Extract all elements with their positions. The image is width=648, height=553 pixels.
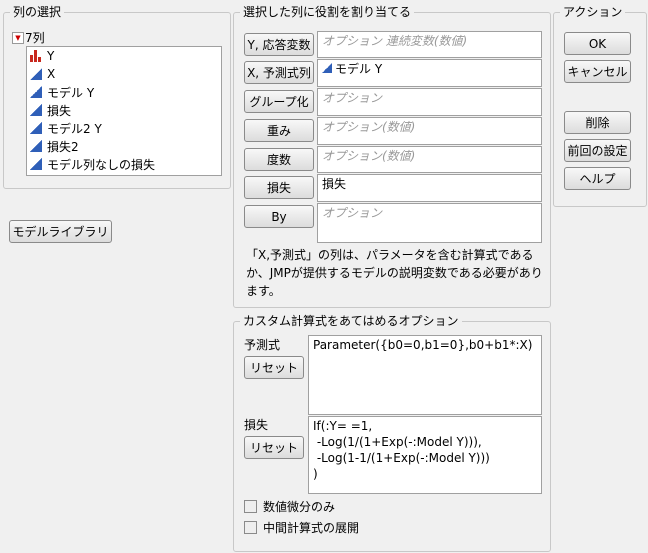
role-placeholder: オプション(数値) bbox=[322, 120, 416, 134]
column-list-item[interactable]: モデル列なしの損失 bbox=[27, 155, 221, 173]
column-list-item[interactable]: モデル Y bbox=[27, 83, 221, 101]
role-field[interactable]: モデル Y bbox=[317, 59, 542, 87]
numeric-derivatives-label: 数値微分のみ bbox=[263, 500, 336, 514]
role-button[interactable]: 重み bbox=[244, 119, 314, 142]
column-count: 7列 bbox=[25, 31, 45, 45]
expand-intermediate-label: 中間計算式の展開 bbox=[263, 521, 360, 535]
role-button[interactable]: 度数 bbox=[244, 148, 314, 171]
checkbox-icon[interactable] bbox=[244, 500, 257, 513]
column-list-item[interactable]: Y bbox=[27, 47, 221, 65]
role-placeholder: オプション bbox=[322, 206, 383, 220]
column-list[interactable]: Y X モデル Y 損失モデル2 Y 損失2 モデル列なしの損失 bbox=[26, 46, 222, 176]
continuous-icon bbox=[30, 104, 42, 116]
nominal-bar-icon bbox=[30, 50, 42, 62]
column-name: Y bbox=[47, 49, 55, 63]
role-placeholder: オプション bbox=[322, 91, 383, 105]
column-name: 損失2 bbox=[47, 139, 79, 154]
action-panel: アクション OK キャンセル 削除 前回の設定 ヘルプ bbox=[553, 5, 647, 207]
role-field[interactable]: オプション(数値) bbox=[317, 117, 542, 145]
checkbox-icon[interactable] bbox=[244, 521, 257, 534]
continuous-icon bbox=[30, 158, 42, 170]
role-button[interactable]: グループ化 bbox=[244, 90, 314, 113]
loss-formula-field[interactable]: If(:Y= =1, -Log(1/(1+Exp(-:Model Y))), -… bbox=[308, 416, 542, 494]
loss-label: 損失 bbox=[244, 418, 269, 432]
action-title: アクション bbox=[560, 5, 626, 19]
column-name: X bbox=[47, 67, 56, 81]
remove-button[interactable]: 削除 bbox=[564, 111, 631, 134]
role-placeholder: オプション 連続変数(数値) bbox=[322, 34, 468, 48]
role-assignment-title: 選択した列に役割を割り当てる bbox=[240, 5, 415, 19]
loss-reset-button[interactable]: リセット bbox=[244, 436, 304, 459]
help-button[interactable]: ヘルプ bbox=[564, 167, 631, 190]
role-value: 損失 bbox=[322, 177, 347, 191]
column-name: モデル列なしの損失 bbox=[47, 157, 156, 172]
prediction-formula-field[interactable]: Parameter({b0=0,b1=0},b0+b1*:X) bbox=[308, 335, 542, 415]
role-note: 「X,予測式」の列は、パラメータを含む計算式であるか、JMPが提供するモデルの説… bbox=[246, 248, 543, 298]
recall-button[interactable]: 前回の設定 bbox=[564, 139, 631, 162]
role-field[interactable]: オプション bbox=[317, 88, 542, 116]
numeric-derivatives-checkbox[interactable]: 数値微分のみ bbox=[244, 498, 335, 515]
column-list-item[interactable]: 損失 bbox=[27, 101, 221, 119]
cancel-button[interactable]: キャンセル bbox=[564, 60, 631, 83]
role-button[interactable]: X, 予測式列 bbox=[244, 61, 314, 84]
role-assignment-panel: 選択した列に役割を割り当てる Y, 応答変数 オプション 連続変数(数値) X, 予… bbox=[233, 5, 551, 308]
role-field[interactable]: オプション(数値) bbox=[317, 146, 542, 173]
column-list-item[interactable]: 損失2 bbox=[27, 137, 221, 155]
disclosure-triangle-icon[interactable]: ▼ bbox=[12, 31, 24, 44]
column-count-toggle[interactable]: ▼ 7列 bbox=[12, 29, 45, 46]
role-field[interactable]: オプション bbox=[317, 203, 542, 243]
role-button[interactable]: Y, 応答変数 bbox=[244, 33, 314, 56]
column-selection-panel: 列の選択 ▼ 7列 Y X モデル Y 損失モデル2 Y 損失2 モデル列なしの損失 bbox=[3, 5, 231, 189]
role-field[interactable]: オプション 連続変数(数値) bbox=[317, 31, 542, 58]
role-button[interactable]: 損失 bbox=[244, 176, 314, 199]
column-name: 損失 bbox=[47, 103, 72, 118]
prediction-label: 予測式 bbox=[244, 338, 281, 352]
continuous-icon bbox=[30, 68, 42, 80]
column-list-item[interactable]: モデル2 Y bbox=[27, 119, 221, 137]
role-placeholder: オプション(数値) bbox=[322, 149, 416, 163]
ok-button[interactable]: OK bbox=[564, 32, 631, 55]
column-selection-title: 列の選択 bbox=[10, 5, 65, 19]
column-name: モデル2 Y bbox=[47, 121, 102, 136]
role-button[interactable]: By bbox=[244, 205, 314, 228]
column-list-item[interactable]: X bbox=[27, 65, 221, 83]
custom-formula-panel: カスタム計算式をあてはめるオプション 予測式 リセット Parameter({b… bbox=[233, 314, 551, 552]
continuous-icon bbox=[30, 86, 42, 98]
column-name: モデル Y bbox=[47, 85, 95, 100]
role-field[interactable]: 損失 bbox=[317, 174, 542, 202]
continuous-icon bbox=[30, 122, 42, 134]
model-library-button[interactable]: モデルライブラリ bbox=[9, 220, 112, 243]
expand-intermediate-checkbox[interactable]: 中間計算式の展開 bbox=[244, 519, 359, 536]
prediction-reset-button[interactable]: リセット bbox=[244, 356, 304, 379]
custom-formula-title: カスタム計算式をあてはめるオプション bbox=[240, 314, 462, 328]
continuous-icon bbox=[322, 63, 332, 73]
continuous-icon bbox=[30, 140, 42, 152]
role-value: モデル Y bbox=[335, 62, 383, 76]
